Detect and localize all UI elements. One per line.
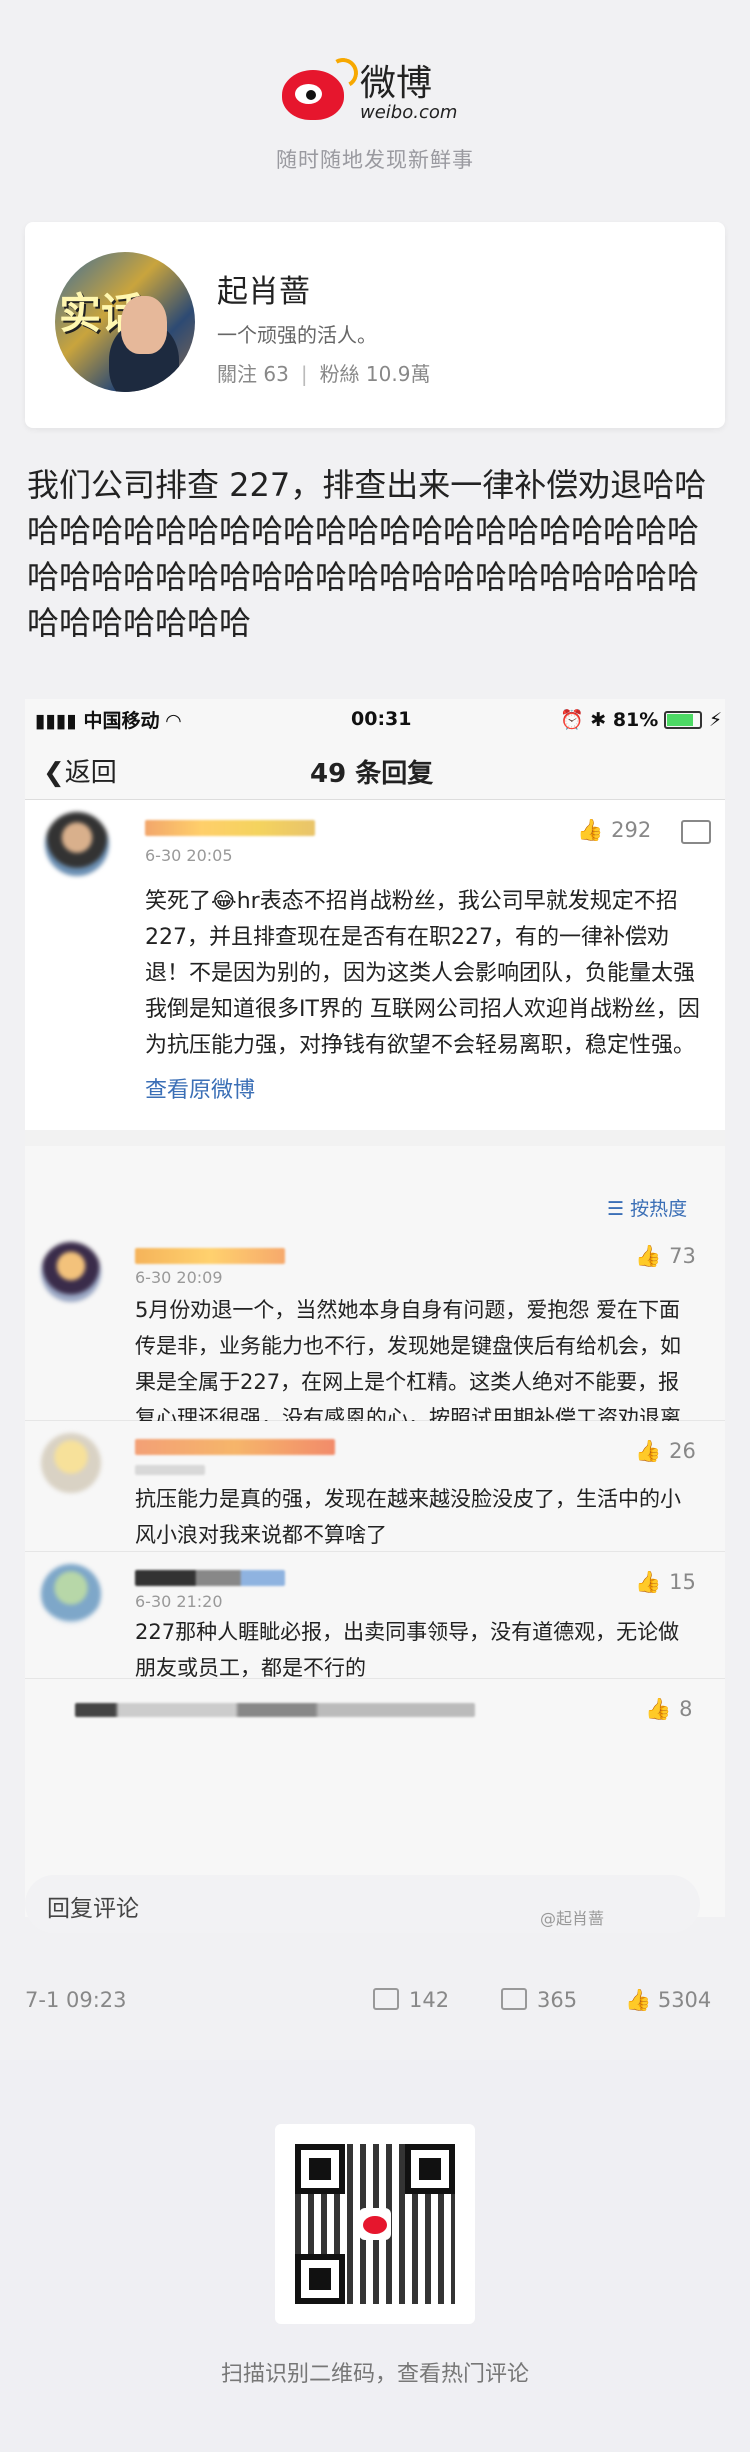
signal-icon: ▮▮▮▮ — [35, 709, 84, 732]
wifi-icon: ◠ — [166, 709, 181, 732]
thumbs-up-icon: 👍 — [635, 1570, 662, 1594]
like-button[interactable]: 👍 292 — [577, 818, 651, 843]
post-date: 7-1 09:23 — [25, 1988, 127, 2012]
like-count: 15 — [669, 1570, 696, 1594]
comment-time: 6-30 20:05 — [145, 846, 233, 865]
following-count[interactable]: 關注 63 — [217, 362, 289, 386]
blurred-avatar — [41, 1242, 101, 1302]
logo-en: weibo.com — [360, 102, 458, 123]
blurred-username — [135, 1570, 285, 1586]
battery-percent: 81% — [612, 708, 659, 731]
profile-stats: 關注 63 | 粉絲 10.9萬 — [217, 362, 431, 386]
phone-status-bar: ▮▮▮▮ 中国移动 ◠ 00:31 ⏰ ✱ 81% ⚡ — [25, 699, 725, 739]
repost-button[interactable]: 142 — [373, 1988, 449, 2012]
like-button[interactable]: 👍 5304 — [625, 1988, 711, 2013]
followers-count[interactable]: 粉絲 10.9萬 — [320, 362, 431, 386]
watermark: @起肖蔷 — [540, 1909, 605, 1928]
like-count: 5304 — [657, 1988, 712, 2012]
reply-text: 227那种人睚眦必报，出卖同事领导，没有道德观，无论做朋友或员工，都是不行的 — [135, 1620, 680, 1680]
page-header: 微博 weibo.com 随时随地发现新鲜事 — [0, 0, 750, 220]
sort-icon: ☰ — [607, 1198, 631, 1220]
view-original-link[interactable]: 查看原微博 — [145, 1072, 255, 1104]
like-button[interactable]: 👍 15 — [635, 1570, 696, 1595]
reply-item[interactable]: 👍 8 — [25, 1679, 725, 1739]
like-button[interactable]: 👍 26 — [635, 1439, 696, 1464]
qr-caption: 扫描识别二维码，查看热门评论 — [220, 2362, 529, 2387]
weibo-eye-icon — [282, 54, 362, 120]
comment-icon — [501, 1988, 527, 2010]
divider — [25, 1130, 725, 1146]
repost-icon — [373, 1988, 399, 2010]
thumbs-up-icon: 👍 — [635, 1244, 662, 1268]
thumbs-up-icon: 👍 — [645, 1697, 672, 1721]
profile-bio: 一个顽强的活人。 — [217, 323, 377, 347]
blurred-username — [135, 1439, 335, 1455]
like-count: 8 — [679, 1697, 693, 1721]
chevron-left-icon: ❮ — [43, 758, 65, 788]
post-footer: 7-1 09:23 142 365 👍 5304 — [25, 1980, 725, 2020]
reply-placeholder: 回复评论 — [47, 1896, 139, 1922]
like-count: 73 — [669, 1244, 696, 1268]
thumbs-up-icon: 👍 — [625, 1988, 658, 2012]
alarm-icon: ⏰ ✱ — [560, 708, 613, 731]
nav-bar: ❮返回 49 条回复 — [25, 739, 725, 800]
blurred-time — [135, 1465, 205, 1475]
comment-count: 365 — [537, 1988, 578, 2012]
blurred-username — [145, 820, 315, 836]
comment-icon[interactable] — [681, 820, 711, 844]
reply-item[interactable]: 6-30 20:09 👍 73 5月份劝退一个，当然她本身自身有问题，爱抱怨 爱在… — [25, 1226, 725, 1466]
slogan: 随时随地发现新鲜事 — [276, 148, 474, 172]
reply-item[interactable]: 👍 26 抗压能力是真的强，发现在越来越没脸没皮了，生活中的小风小浪对我来说都不算… — [25, 1421, 725, 1552]
avatar[interactable] — [55, 252, 195, 392]
blurred-avatar — [41, 1564, 101, 1624]
profile-name[interactable]: 起肖蔷 — [217, 266, 310, 311]
logo-cn: 微博 — [360, 63, 433, 104]
qr-code[interactable] — [275, 2124, 475, 2324]
post-text: 我们公司排查 227，排查出来一律补偿劝退哈哈哈哈哈哈哈哈哈哈哈哈哈哈哈哈哈哈哈… — [27, 466, 707, 642]
thumbs-up-icon: 👍 — [635, 1439, 662, 1463]
reply-text: 抗压能力是真的强，发现在越来越没脸没皮了，生活中的小风小浪对我来说都不算啥了 — [135, 1487, 681, 1547]
like-button[interactable]: 👍 73 — [635, 1244, 696, 1269]
like-button[interactable]: 👍 8 — [645, 1697, 693, 1722]
like-count: 26 — [669, 1439, 696, 1463]
qr-section: 扫描识别二维码，查看热门评论 — [0, 2060, 750, 2452]
back-button[interactable]: ❮返回 — [43, 752, 117, 789]
reply-time: 6-30 20:09 — [135, 1268, 223, 1287]
blurred-username — [75, 1703, 475, 1717]
carrier: 中国移动 — [83, 709, 160, 732]
weibo-logo-icon — [359, 2208, 391, 2240]
comment-button[interactable]: 365 — [501, 1988, 577, 2012]
like-count: 292 — [611, 818, 652, 842]
main-comment[interactable]: 6-30 20:05 👍 292 笑死了😂hr表态不招肖战粉丝，我公司早就发规定不… — [25, 800, 725, 1130]
back-label: 返回 — [64, 758, 117, 788]
sort-label: 按热度 — [630, 1198, 688, 1220]
comment-text: 笑死了😂hr表态不招肖战粉丝，我公司早就发规定不招227，并且排查现在是否有在职… — [145, 889, 700, 1058]
replies-title: 49 条回复 — [310, 759, 434, 789]
thumbs-up-icon: 👍 — [577, 818, 604, 842]
embedded-screenshot: ▮▮▮▮ 中国移动 ◠ 00:31 ⏰ ✱ 81% ⚡ ❮返回 49 条回复 6… — [25, 699, 725, 1917]
profile-card[interactable]: 起肖蔷 一个顽强的活人。 關注 63|粉絲 10.9萬 — [25, 222, 725, 428]
reply-item[interactable]: 6-30 21:20 👍 15 227那种人睚眦必报，出卖同事领导，没有道德观，无… — [25, 1552, 725, 1680]
sort-button[interactable]: ☰ 按热度 — [607, 1194, 687, 1221]
weibo-logo[interactable]: 微博 weibo.com — [282, 54, 458, 123]
battery-icon — [664, 711, 703, 729]
status-time: 00:31 — [351, 708, 412, 730]
blurred-avatar — [45, 812, 109, 876]
reply-time: 6-30 21:20 — [135, 1592, 223, 1611]
blurred-username — [135, 1248, 285, 1264]
repost-count: 142 — [409, 1988, 450, 2012]
blurred-avatar — [41, 1433, 101, 1493]
